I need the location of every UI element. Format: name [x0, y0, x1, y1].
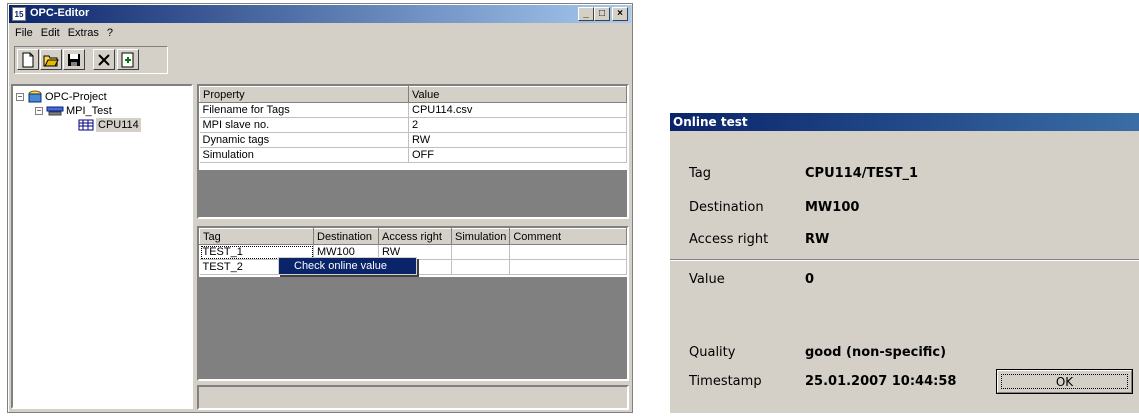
open-folder-icon — [43, 55, 59, 67]
property-name: Simulation — [199, 147, 409, 163]
tag-label: Tag — [689, 166, 712, 181]
quality-label: Quality — [689, 345, 736, 360]
network-icon — [46, 106, 64, 116]
delete-icon — [98, 54, 110, 66]
menu-edit[interactable]: Edit — [37, 25, 64, 41]
header-destination[interactable]: Destination — [313, 228, 379, 245]
header-simulation[interactable]: Simulation — [450, 228, 511, 245]
header-tag[interactable]: Tag — [199, 228, 314, 245]
menu-bar: File Edit Extras? — [11, 25, 117, 41]
tree-label-project: OPC-Project — [45, 91, 107, 103]
simulation-cell[interactable] — [451, 259, 511, 275]
dialog-title[interactable]: Online test — [670, 113, 1139, 131]
online-test-dialog: Online test Tag CPU114/TEST_1 Destinatio… — [670, 113, 1139, 413]
grid-empty-area — [199, 170, 627, 217]
property-name: Dynamic tags — [199, 132, 409, 148]
status-panel — [197, 385, 629, 410]
tag-grid: Tag Destination Access right Simulation … — [197, 226, 629, 381]
context-menu-check-online-value[interactable]: Check online value — [278, 257, 417, 275]
divider — [670, 259, 1139, 261]
open-file-button[interactable] — [40, 49, 62, 70]
export-button[interactable] — [117, 49, 139, 70]
title-bar[interactable]: 15 OPC-Editor _ □ × — [9, 5, 631, 23]
minimize-button[interactable]: _ — [578, 7, 594, 21]
access-right-label: Access right — [689, 232, 769, 247]
tree-label-device: CPU114 — [96, 118, 141, 132]
new-file-icon — [22, 52, 34, 68]
header-comment[interactable]: Comment — [509, 228, 627, 245]
comment-cell[interactable] — [509, 259, 627, 275]
property-grid: Property Value Filename for Tags CPU114.… — [197, 84, 629, 219]
header-access-right[interactable]: Access right — [378, 228, 452, 245]
table-row[interactable]: Filename for Tags CPU114.csv — [199, 102, 627, 118]
value-value: 0 — [805, 272, 815, 287]
header-value[interactable]: Value — [408, 86, 627, 103]
property-name: MPI slave no. — [199, 117, 409, 133]
window-title: OPC-Editor — [30, 7, 90, 19]
menu-help[interactable]: ? — [103, 25, 117, 41]
property-value[interactable]: 2 — [408, 117, 627, 133]
menu-extras[interactable]: Extras — [64, 25, 103, 41]
ok-button-label: OK — [1001, 374, 1128, 389]
property-name: Filename for Tags — [199, 102, 409, 118]
table-row[interactable]: Simulation OFF — [199, 147, 627, 163]
collapse-icon[interactable]: − — [16, 93, 24, 101]
access-right-value: RW — [805, 232, 830, 247]
toolbar — [14, 46, 168, 74]
value-label: Value — [689, 272, 725, 287]
header-property[interactable]: Property — [199, 86, 409, 103]
project-icon — [28, 90, 42, 103]
export-icon — [121, 52, 134, 68]
project-tree: − OPC-Project − MPI_Test CPU114 — [11, 84, 193, 409]
collapse-icon[interactable]: − — [35, 107, 43, 115]
grid-empty-area — [199, 277, 627, 379]
menu-file[interactable]: File — [11, 25, 37, 41]
comment-cell[interactable] — [509, 244, 627, 260]
close-button[interactable]: × — [612, 7, 628, 21]
table-row[interactable]: MPI slave no. 2 — [199, 117, 627, 133]
property-value[interactable]: RW — [408, 132, 627, 148]
destination-label: Destination — [689, 200, 764, 215]
ok-button[interactable]: OK — [996, 369, 1133, 394]
tree-label-connection: MPI_Test — [66, 105, 112, 117]
table-row[interactable]: Dynamic tags RW — [199, 132, 627, 148]
new-file-button[interactable] — [17, 49, 39, 70]
property-table: Property Value Filename for Tags CPU114.… — [199, 86, 627, 163]
app-icon[interactable]: 15 — [12, 7, 26, 21]
maximize-button[interactable]: □ — [594, 7, 610, 21]
timestamp-value: 25.01.2007 10:44:58 — [805, 374, 957, 389]
property-value[interactable]: CPU114.csv — [408, 102, 627, 118]
destination-value: MW100 — [805, 200, 860, 215]
timestamp-label: Timestamp — [689, 374, 762, 389]
save-button[interactable] — [63, 49, 85, 70]
opc-editor-window: 15 OPC-Editor _ □ × File Edit Extras? − OP… — [7, 3, 633, 413]
property-value[interactable]: OFF — [408, 147, 627, 163]
tag-value: CPU114/TEST_1 — [805, 166, 919, 181]
save-icon — [68, 54, 80, 66]
quality-value: good (non-specific) — [805, 345, 947, 360]
simulation-cell[interactable] — [451, 244, 511, 260]
table-icon — [78, 119, 94, 131]
delete-button[interactable] — [93, 49, 115, 70]
